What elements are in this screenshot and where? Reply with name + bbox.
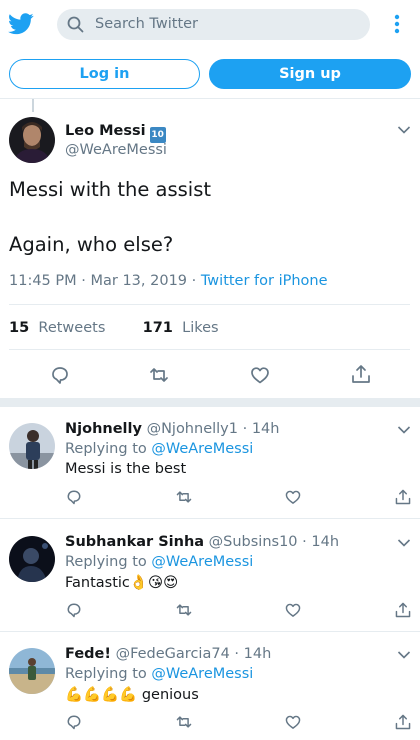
login-button[interactable]: Log in (9, 59, 200, 89)
reply-icon[interactable] (65, 601, 83, 619)
auth-bar: Log in Sign up (0, 50, 420, 99)
replying-to-link[interactable]: @WeAreMessi (151, 554, 253, 570)
twitter-bird-icon[interactable] (8, 12, 34, 36)
timestamp: 11:45 PM · Mar 13, 2019 · (9, 273, 201, 289)
divider (9, 349, 410, 350)
reply-author-name[interactable]: Fede! (65, 646, 111, 662)
retweet-icon[interactable] (175, 601, 193, 619)
replying-to-link[interactable]: @WeAreMessi (151, 666, 253, 682)
retweets-stat[interactable]: 15 Retweets (9, 320, 105, 336)
top-bar: Search Twitter (0, 0, 420, 50)
search-input[interactable]: Search Twitter (57, 9, 370, 40)
replying-to-label: Replying to (65, 554, 152, 570)
source-link[interactable]: Twitter for iPhone (201, 273, 328, 289)
like-heart-icon[interactable] (284, 713, 302, 731)
avatar[interactable] (9, 423, 55, 469)
author-name-text: Leo Messi (65, 123, 146, 139)
tweet-meta: 11:45 PM · Mar 13, 2019 · Twitter for iP… (9, 273, 328, 289)
share-icon[interactable] (394, 601, 412, 619)
reply-icon[interactable] (65, 713, 83, 731)
vertical-dots-icon[interactable] (388, 12, 406, 36)
like-heart-icon[interactable] (249, 364, 271, 386)
reply-actions (0, 488, 420, 508)
avatar[interactable] (9, 536, 55, 582)
share-icon[interactable] (350, 363, 372, 385)
reply-author-handle[interactable]: @Subsins10 (209, 534, 298, 550)
likes-label: Likes (182, 320, 219, 336)
section-separator (0, 398, 420, 407)
replying-to: Replying to @WeAreMessi (65, 441, 253, 457)
reply-text: Messi is the best (65, 461, 187, 477)
likes-stat[interactable]: 171 Likes (143, 320, 219, 336)
reply-author-name[interactable]: Njohnelly (65, 421, 142, 437)
number-ten-badge: 10 (149, 127, 166, 143)
retweet-icon[interactable] (175, 713, 193, 731)
like-heart-icon[interactable] (284, 488, 302, 506)
signup-button[interactable]: Sign up (209, 59, 411, 89)
reply-tweet[interactable]: Subhankar Sinha @Subsins10 · 14h Replyin… (0, 520, 420, 632)
chevron-down-icon[interactable] (397, 650, 411, 660)
retweets-count: 15 (9, 320, 30, 336)
chevron-down-icon[interactable] (397, 425, 411, 435)
share-icon[interactable] (394, 713, 412, 731)
reply-time[interactable]: 14h (311, 534, 339, 550)
tweet-text-line: Messi with the assist (9, 178, 212, 201)
chevron-down-icon[interactable] (397, 125, 411, 135)
search-placeholder: Search Twitter (95, 16, 199, 32)
reply-tweet[interactable]: Njohnelly @Njohnelly1 · 14h Replying to … (0, 407, 420, 519)
replying-to: Replying to @WeAreMessi (65, 666, 253, 682)
avatar[interactable] (9, 648, 55, 694)
reply-text: Fantastic👌😘😍 (65, 575, 179, 591)
reply-icon[interactable] (49, 364, 71, 386)
likes-count: 171 (142, 320, 173, 336)
replying-to-link[interactable]: @WeAreMessi (151, 441, 253, 457)
retweet-icon[interactable] (175, 488, 193, 506)
author-name[interactable]: Leo Messi 10 (65, 123, 166, 143)
reply-author-handle[interactable]: @FedeGarcia74 (116, 646, 230, 662)
divider (9, 304, 410, 305)
chevron-down-icon[interactable] (397, 538, 411, 548)
replying-to-label: Replying to (65, 441, 152, 457)
search-icon (67, 16, 84, 33)
reply-actions (0, 713, 420, 733)
reply-icon[interactable] (65, 488, 83, 506)
thread-connector (32, 99, 34, 112)
replying-to: Replying to @WeAreMessi (65, 554, 253, 570)
reply-text: 💪💪💪💪 genious (65, 687, 199, 703)
share-icon[interactable] (394, 488, 412, 506)
replying-to-label: Replying to (65, 666, 152, 682)
avatar[interactable] (9, 117, 55, 163)
reply-actions (0, 601, 420, 621)
reply-header: Njohnelly @Njohnelly1 · 14h (65, 421, 280, 437)
reply-header: Subhankar Sinha @Subsins10 · 14h (65, 534, 340, 550)
retweets-label: Retweets (38, 320, 106, 336)
retweet-icon[interactable] (148, 364, 170, 386)
reply-header: Fede! @FedeGarcia74 · 14h (65, 646, 272, 662)
tweet-text-line: Again, who else? (9, 233, 174, 256)
reply-tweet[interactable]: Fede! @FedeGarcia74 · 14h Replying to @W… (0, 632, 420, 740)
reply-author-handle[interactable]: @Njohnelly1 (147, 421, 238, 437)
reply-author-name[interactable]: Subhankar Sinha (65, 534, 204, 550)
reply-time[interactable]: 14h (252, 421, 280, 437)
tweet-actions (0, 362, 420, 388)
author-handle[interactable]: @WeAreMessi (65, 142, 167, 158)
tweet-stats: 15 Retweets 171 Likes (9, 320, 219, 336)
reply-time[interactable]: 14h (244, 646, 272, 662)
like-heart-icon[interactable] (284, 601, 302, 619)
